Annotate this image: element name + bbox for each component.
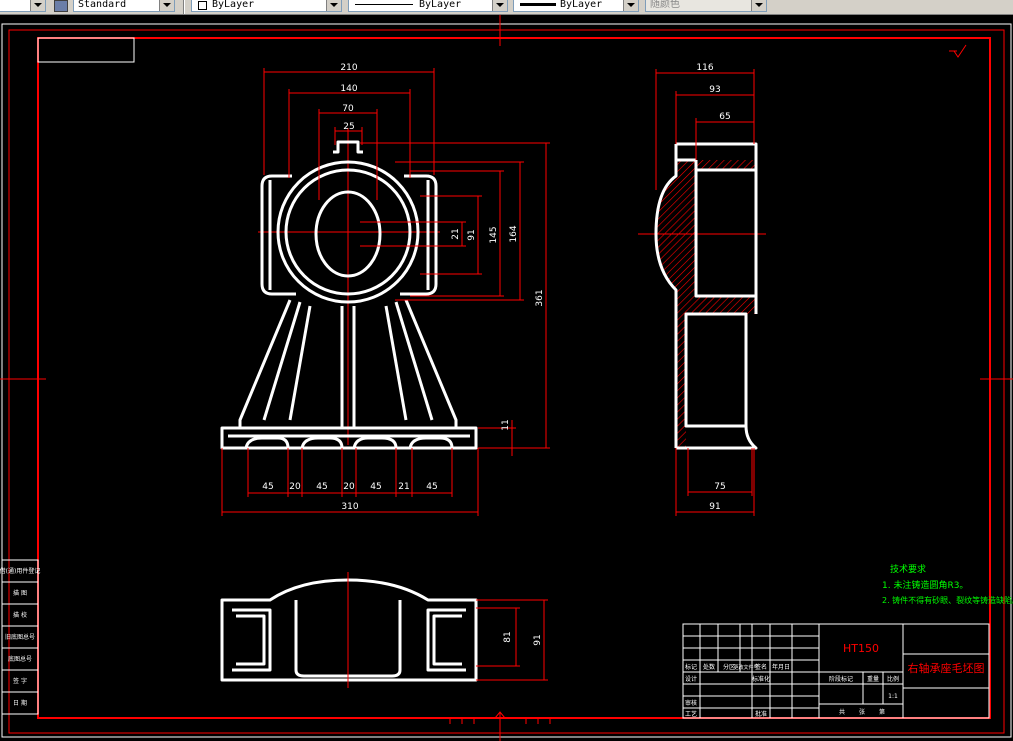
tb-scale: 1:1 xyxy=(888,693,898,700)
dim-75: 75 xyxy=(714,482,725,492)
dropdown-arrow-icon[interactable] xyxy=(159,0,174,11)
plotstyle-combo: 随颜色 xyxy=(645,0,767,12)
side-label-7: 日 期 xyxy=(13,699,27,707)
dim-45b: 45 xyxy=(316,482,327,492)
dim-45d: 45 xyxy=(426,482,437,492)
side-view: 116 93 65 75 91 xyxy=(638,63,766,516)
dim-25: 25 xyxy=(343,122,354,132)
tech-req-line2: 2. 铸件不得有砂眼、裂纹等铸造缺陷。 xyxy=(882,595,1013,605)
tb-nianyue: 年月日 xyxy=(772,663,790,671)
tb-material: HT150 xyxy=(843,642,879,655)
layer-color-combo[interactable]: ByLayer xyxy=(191,0,342,12)
side-label-column: 借(通)用件登记 描 图 描 校 旧底图总号 底图总号 签 字 日 期 xyxy=(0,559,40,715)
dim-81: 81 xyxy=(503,631,513,642)
side-label-4: 旧底图总号 xyxy=(5,633,35,641)
tb-shenhe: 审核 xyxy=(685,699,697,707)
dim-45c: 45 xyxy=(370,482,381,492)
tb-di: 第 xyxy=(879,708,885,716)
lineweight-value: ByLayer xyxy=(560,0,603,10)
tech-req-line1: 1. 未注铸造圆角R3。 xyxy=(882,579,968,591)
technical-requirements: 技术要求 1. 未注铸造圆角R3。 2. 铸件不得有砂眼、裂纹等铸造缺陷。 xyxy=(882,563,1013,605)
dim-91-side: 91 xyxy=(709,502,720,512)
dim-145: 145 xyxy=(489,226,499,243)
dropdown-arrow-icon[interactable] xyxy=(623,0,638,11)
text-style-icon[interactable] xyxy=(54,0,68,12)
tb-qianming: 签名 xyxy=(755,663,767,671)
dim-210: 210 xyxy=(340,63,357,73)
dim-116: 116 xyxy=(696,63,713,73)
color-value: ByLayer xyxy=(212,0,255,10)
dropdown-arrow-icon[interactable] xyxy=(30,0,45,11)
tb-chushu: 处数 xyxy=(703,663,715,671)
sheet-red-border xyxy=(8,29,1005,734)
previous-combo[interactable] xyxy=(0,0,46,12)
color-swatch-icon xyxy=(198,1,207,10)
dim-91-vert: 91 xyxy=(467,229,477,240)
front-view: 210 140 70 25 21 91 145 164 361 11 45 20… xyxy=(220,63,550,516)
tb-drawing-name: 右轴承座毛坯图 xyxy=(908,661,985,675)
dim-21: 21 xyxy=(451,228,461,239)
dim-45a: 45 xyxy=(262,482,273,492)
tb-pizhun: 批准 xyxy=(755,710,767,718)
lineweight-sample xyxy=(520,3,556,6)
tb-jieduan: 阶段标记 xyxy=(829,675,853,683)
tech-req-title: 技术要求 xyxy=(890,563,926,575)
tb-gong: 共 xyxy=(839,708,845,716)
dim-70: 70 xyxy=(342,104,354,114)
tb-biaoji: 标记 xyxy=(685,663,697,671)
linetype-sample xyxy=(355,4,413,5)
side-label-2: 描 图 xyxy=(13,589,27,597)
dim-361: 361 xyxy=(535,289,545,306)
top-view: 81 91 xyxy=(220,572,548,688)
tb-zhang: 张 xyxy=(859,708,865,716)
dropdown-arrow-icon xyxy=(751,0,766,11)
side-label-1: 借(通)用件登记 xyxy=(0,567,40,575)
text-style-combo[interactable]: Standard xyxy=(73,0,175,12)
plotstyle-value: 随颜色 xyxy=(650,0,680,10)
side-label-6: 签 字 xyxy=(13,677,27,685)
linetype-combo[interactable]: ByLayer xyxy=(348,0,508,12)
dim-140: 140 xyxy=(340,84,357,94)
drawing-canvas[interactable]: 210 140 70 25 21 91 145 164 361 11 45 20… xyxy=(0,15,1013,741)
side-label-3: 描 校 xyxy=(13,611,27,619)
lineweight-combo[interactable]: ByLayer xyxy=(513,0,639,12)
dropdown-arrow-icon[interactable] xyxy=(492,0,507,11)
tb-bili: 比例 xyxy=(887,675,899,683)
tb-zhongliang: 重量 xyxy=(867,675,879,683)
dim-164: 164 xyxy=(509,225,519,242)
dropdown-arrow-icon[interactable] xyxy=(326,0,341,11)
properties-toolbar: Standard ByLayer ByLayer ByLayer 随颜色 xyxy=(0,0,1013,15)
drawing-number-box xyxy=(37,37,135,63)
dim-65: 65 xyxy=(719,112,730,122)
dim-93: 93 xyxy=(709,85,720,95)
dim-21b: 21 xyxy=(398,482,409,492)
text-style-value: Standard xyxy=(78,0,127,10)
dim-11: 11 xyxy=(501,419,511,430)
linetype-value: ByLayer xyxy=(419,0,462,10)
dim-91-top: 91 xyxy=(533,634,543,645)
tb-gongyi: 工艺 xyxy=(685,710,697,718)
dim-310: 310 xyxy=(341,502,358,512)
dim-20a: 20 xyxy=(289,482,301,492)
title-block: 标记 处数 分区 更改文件号 签名 年月日 设计 标准化 审核 工艺 批准 阶段… xyxy=(682,623,990,719)
tb-biaozhunhua: 标准化 xyxy=(752,675,770,683)
drawing-frame xyxy=(37,37,991,719)
sheet-outer-border xyxy=(1,23,1012,738)
side-label-5: 底图总号 xyxy=(8,655,32,663)
dim-20b: 20 xyxy=(343,482,355,492)
roughness-symbol xyxy=(949,44,967,58)
tb-sheji: 设计 xyxy=(685,675,697,683)
toolbar-separator xyxy=(183,0,185,14)
